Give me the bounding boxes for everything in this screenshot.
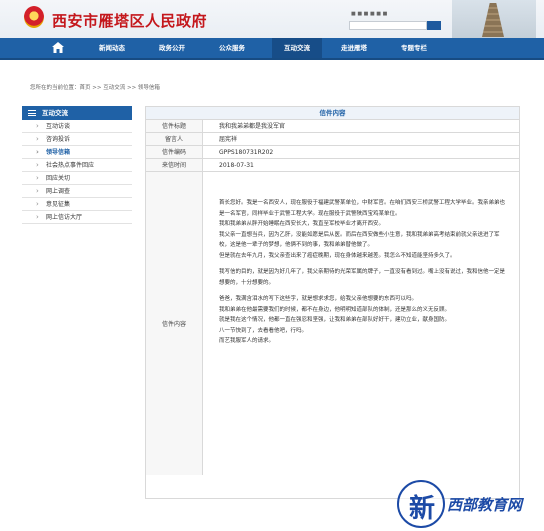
watermark-text: 西部教育网 bbox=[447, 496, 523, 514]
letter-code-value: GPPS180731R202 bbox=[219, 149, 274, 156]
sidebar-item-complaint[interactable]: 咨询投诉 bbox=[22, 133, 132, 146]
national-emblem-logo[interactable] bbox=[24, 6, 44, 28]
letter-content-body: 首长您好。我是一名西安人，现在服役于福建武警某单位，中财军官。在咱们西安三桥武警… bbox=[203, 172, 519, 475]
nav-item-special-topics[interactable]: 专题专栏 bbox=[392, 38, 436, 58]
letter-date-label: 来信时间 bbox=[146, 159, 203, 171]
top-links[interactable]: ■ ■ ■ ■ ■ ■ bbox=[351, 11, 387, 17]
letter-paragraph: 首长您好。我是一名西安人，现在服役于福建武警某单位，中财军官。在咱们西安三桥武警… bbox=[219, 200, 506, 217]
letter-row: 信件编码 GPPS180731R202 bbox=[146, 146, 519, 159]
search-button[interactable] bbox=[427, 21, 441, 30]
letter-paragraph: 我和我弟弟从胖开始睡眠在西安长大，我直至军校毕业才离开西安。 bbox=[219, 221, 385, 227]
letter-row: 来信时间 2018-07-31 bbox=[146, 159, 519, 172]
letter-paragraph: 就是我在这个情况，他都一直在强忍和坚强，让我和弟弟在部队好好干，建功立业，献身国… bbox=[219, 317, 451, 323]
nav-item-public-service[interactable]: 公众服务 bbox=[212, 38, 252, 58]
letter-title-label: 信件标题 bbox=[146, 120, 203, 132]
letter-content-label: 信件内容 bbox=[146, 172, 203, 475]
letter-paragraph: 而艺我服军人的请求。 bbox=[219, 338, 275, 344]
letter-paragraph: 我写信的目的，就是因为好几年了，我父亲期待的光荣军属的牌子，一直没有看到过。嘴上… bbox=[219, 269, 506, 286]
home-icon[interactable] bbox=[52, 42, 64, 53]
letter-panel: 信件内容 信件标题 我和我弟弟都是我没军官 留言人 屈宪祥 信件编码 GPPS1… bbox=[145, 106, 520, 499]
watermark-logo: 新 西部教育网 bbox=[395, 478, 544, 531]
letter-row: 信件标题 我和我弟弟都是我没军官 bbox=[146, 120, 519, 133]
main-nav: 新闻动态 政务公开 公众服务 互动交流 走进雁塔 专题专栏 bbox=[0, 38, 544, 60]
letter-paragraph: 八一节快到了，去看看他吧，行吗。 bbox=[219, 327, 308, 334]
sidebar-item-opinion[interactable]: 意见征集 bbox=[22, 198, 132, 211]
sidebar: 互动交流 互动访谈 咨询投诉 领导信箱 社会热点事件回应 回应关切 网上调查 意… bbox=[22, 106, 132, 224]
nav-item-about-yanta[interactable]: 走进雁塔 bbox=[332, 38, 376, 58]
letter-author-label: 留言人 bbox=[146, 133, 203, 145]
sidebar-item-leader-mailbox[interactable]: 领导信箱 bbox=[22, 146, 132, 159]
letter-content-row: 信件内容 首长您好。我是一名西安人，现在服役于福建武警某单位，中财军官。在咱们西… bbox=[146, 172, 519, 475]
letter-title-value: 我和我弟弟都是我没军官 bbox=[219, 123, 286, 130]
sidebar-title: 互动交流 bbox=[42, 109, 68, 117]
nav-item-news[interactable]: 新闻动态 bbox=[92, 38, 132, 58]
letter-code-label: 信件编码 bbox=[146, 146, 203, 158]
letter-paragraph: 爸爸，我满含泪水的写下这些字，就是想求求您，给我父亲他想要的东西可以吗。 bbox=[219, 296, 418, 302]
nav-item-interaction[interactable]: 互动交流 bbox=[272, 38, 322, 58]
nav-item-gov-affairs[interactable]: 政务公开 bbox=[150, 38, 194, 58]
breadcrumb[interactable]: 您所在的当前位置：首页 >> 互动交流 >> 领导信箱 bbox=[30, 83, 160, 91]
letter-paragraph: 我和弟弟在他最需要我们的时候，都不在身边，他明明知道部队的体制，还是那么的义无反… bbox=[219, 306, 451, 313]
site-title[interactable]: 西安市雁塔区人民政府 bbox=[52, 10, 207, 31]
site-header: 西安市雁塔区人民政府 ■ ■ ■ ■ ■ ■ bbox=[0, 0, 544, 38]
header-banner-image bbox=[452, 0, 536, 38]
sidebar-item-concerns[interactable]: 回应关切 bbox=[22, 172, 132, 185]
sidebar-item-petition-hall[interactable]: 网上信访大厅 bbox=[22, 211, 132, 224]
letter-paragraph: 我父亲一直想当兵，因为乙肝，没能如愿是后从医。而后在西安做些小生意，我和我弟弟高… bbox=[219, 231, 500, 249]
watermark-char: 新 bbox=[409, 494, 436, 524]
letter-date-value: 2018-07-31 bbox=[219, 162, 254, 169]
sidebar-item-online-survey[interactable]: 网上调查 bbox=[22, 185, 132, 198]
sidebar-item-interview[interactable]: 互动访谈 bbox=[22, 120, 132, 133]
sidebar-header: 互动交流 bbox=[22, 106, 132, 120]
letter-section-title: 信件内容 bbox=[146, 107, 519, 120]
letter-row: 留言人 屈宪祥 bbox=[146, 133, 519, 146]
search-input[interactable] bbox=[349, 21, 427, 30]
letter-author-value: 屈宪祥 bbox=[219, 136, 238, 143]
pagoda-icon bbox=[482, 3, 504, 37]
letter-paragraph: 但是就在去年九月，我父亲查出来了癌症晚期，现在身体越来越差。我怎么不知道能坚持多… bbox=[219, 252, 456, 259]
menu-icon bbox=[28, 110, 36, 116]
sidebar-item-hot-events[interactable]: 社会热点事件回应 bbox=[22, 159, 132, 172]
